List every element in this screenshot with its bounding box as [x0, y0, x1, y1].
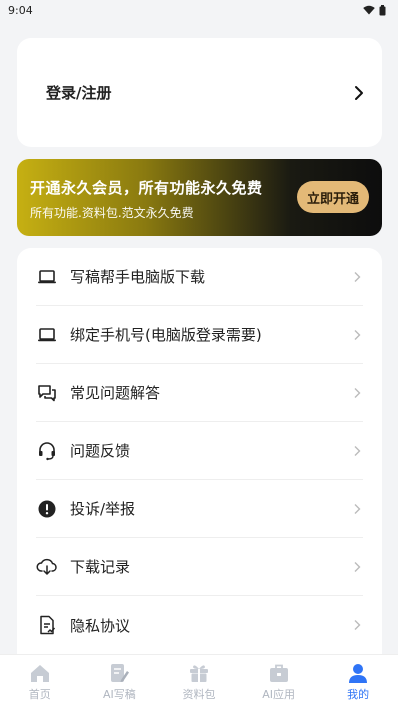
laptop-icon: [36, 324, 58, 346]
login-card[interactable]: 登录/注册: [17, 38, 382, 147]
chevron-right-icon: [354, 271, 361, 282]
battery-icon: [379, 4, 386, 15]
menu-item-label: 绑定手机号(电脑版登录需要): [70, 326, 262, 344]
menu-item-pc-download[interactable]: 写稿帮手电脑版下载: [36, 248, 363, 306]
tab-materials[interactable]: 资料包: [159, 655, 239, 708]
menu-item-label: 投诉/举报: [70, 500, 136, 518]
headset-icon: [36, 440, 58, 462]
tab-mine[interactable]: 我的: [318, 655, 398, 708]
chevron-right-icon: [354, 561, 361, 572]
menu-card: 写稿帮手电脑版下载 绑定手机号(电脑版登录需要) 常见问题解答 问题反馈 投诉/…: [17, 248, 382, 668]
menu-item-label: 写稿帮手电脑版下载: [70, 268, 206, 286]
chat-bubbles-icon: [36, 382, 58, 404]
chevron-right-icon: [354, 387, 361, 398]
menu-item-faq[interactable]: 常见问题解答: [36, 364, 363, 422]
tab-label: 首页: [28, 687, 51, 701]
tab-home[interactable]: 首页: [0, 655, 80, 708]
document-icon: [36, 614, 58, 636]
menu-item-privacy[interactable]: 隐私协议: [36, 596, 363, 654]
menu-item-label: 隐私协议: [70, 616, 131, 635]
status-time: 9:04: [8, 3, 33, 17]
tab-label: AI写稿: [103, 687, 136, 701]
menu-item-label: 常见问题解答: [70, 384, 161, 402]
menu-item-feedback[interactable]: 问题反馈: [36, 422, 363, 480]
pen-doc-icon: [111, 663, 130, 682]
menu-item-label: 下载记录: [70, 558, 131, 576]
bottom-tab-bar: 首页 AI写稿 资料包 AI应用 我的: [0, 654, 398, 708]
toolbox-icon: [269, 664, 288, 682]
status-icons: [363, 4, 386, 16]
user-icon: [349, 663, 368, 683]
chevron-right-icon: [354, 620, 361, 630]
chevron-right-icon: [355, 85, 363, 100]
vip-banner[interactable]: 开通永久会员，所有功能永久免费 所有功能.资料包.范文永久免费 立即开通: [17, 159, 382, 236]
status-bar: 9:04: [0, 0, 398, 20]
menu-item-label: 问题反馈: [70, 442, 131, 460]
menu-item-download-history[interactable]: 下载记录: [36, 538, 363, 596]
tab-label: AI应用: [262, 687, 295, 701]
wifi-icon: [363, 5, 375, 15]
home-icon: [30, 664, 49, 682]
tab-ai-apps[interactable]: AI应用: [239, 655, 319, 708]
tab-ai-writing[interactable]: AI写稿: [80, 655, 160, 708]
login-register-label: 登录/注册: [46, 84, 112, 102]
gift-icon: [189, 664, 208, 682]
menu-item-bind-phone[interactable]: 绑定手机号(电脑版登录需要): [36, 306, 363, 364]
alert-icon: [36, 498, 58, 520]
chevron-right-icon: [354, 445, 361, 456]
chevron-right-icon: [354, 503, 361, 514]
cloud-download-icon: [36, 556, 58, 578]
open-vip-button[interactable]: 立即开通: [297, 181, 369, 213]
laptop-icon: [36, 266, 58, 288]
menu-item-complaint[interactable]: 投诉/举报: [36, 480, 363, 538]
tab-label: 我的: [347, 687, 370, 701]
chevron-right-icon: [354, 329, 361, 340]
tab-label: 资料包: [182, 687, 216, 701]
